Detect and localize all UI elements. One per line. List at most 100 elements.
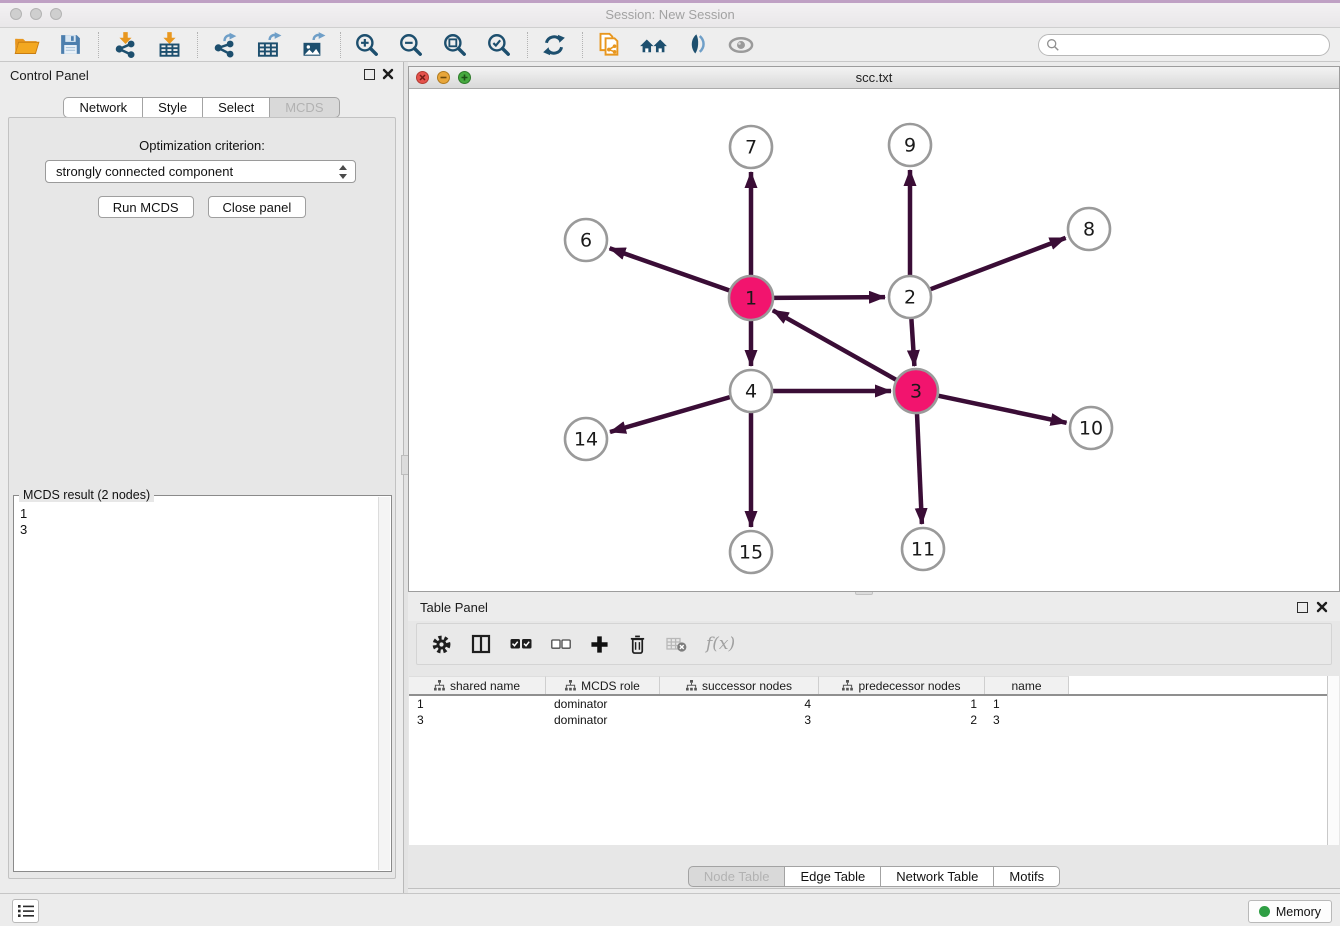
task-list-icon [18,904,34,918]
tab-node-table[interactable]: Node Table [688,866,786,887]
node-9[interactable]: 9 [889,124,931,166]
column-header-mcds-role[interactable]: MCDS role [546,676,660,694]
run-mcds-button[interactable]: Run MCDS [98,196,194,218]
table-cell[interactable]: 2 [819,712,985,728]
refresh-layout-icon [541,32,567,58]
table-row[interactable]: 3dominator323 [409,712,1339,728]
node-3[interactable]: 3 [894,369,938,413]
fit-content-button[interactable] [439,30,471,60]
edge-2-8[interactable] [931,238,1066,289]
table-cell[interactable]: 1 [985,696,1069,712]
table-row[interactable]: 1dominator411 [409,696,1339,712]
zoom-selected-button[interactable] [483,30,515,60]
tab-style[interactable]: Style [142,97,203,118]
node-label: 6 [580,230,592,252]
node-15[interactable]: 15 [730,531,772,573]
table-cell[interactable]: 3 [985,712,1069,728]
column-header-shared-name[interactable]: shared name [409,676,546,694]
tab-select[interactable]: Select [202,97,270,118]
node-label: 2 [904,287,916,309]
node-11[interactable]: 11 [902,528,944,570]
column-label: MCDS role [581,679,640,693]
edge-1-6[interactable] [610,248,731,290]
column-header-successor-nodes[interactable]: successor nodes [660,676,819,694]
export-table-icon [255,31,282,58]
table-cell[interactable]: 3 [409,712,546,728]
import-network-button[interactable] [109,30,141,60]
export-network-button[interactable] [208,30,240,60]
column-label: successor nodes [702,679,792,693]
zoom-out-button[interactable] [395,30,427,60]
titlebar: Session: New Session [0,0,1340,28]
edge-3-11[interactable] [917,413,922,524]
search-input[interactable] [1060,36,1329,54]
save-session-button[interactable] [54,30,86,60]
node-4[interactable]: 4 [730,370,772,412]
mcds-result-title: MCDS result (2 nodes) [19,488,154,502]
tab-mcds[interactable]: MCDS [269,97,339,118]
edge-4-14[interactable] [610,397,730,432]
table-options-button[interactable] [431,631,452,657]
column-header-predecessor-nodes[interactable]: predecessor nodes [819,676,985,694]
sort-column-icon [565,680,576,691]
edge-1-2[interactable] [773,297,885,298]
apply-preferred-layout-button[interactable] [538,30,570,60]
node-8[interactable]: 8 [1068,208,1110,250]
node-label: 11 [911,539,935,561]
export-table-button[interactable] [252,30,284,60]
edge-3-10[interactable] [938,396,1067,423]
edge-2-3[interactable] [911,319,914,366]
column-label: predecessor nodes [858,679,960,693]
zoom-in-button[interactable] [351,30,383,60]
tab-edge-table[interactable]: Edge Table [784,866,881,887]
node-6[interactable]: 6 [565,219,607,261]
main-toolbar [0,28,1340,62]
delete-columns-button[interactable] [628,631,647,657]
table-scrollbar[interactable] [1327,676,1339,845]
control-panel-title: Control Panel [10,68,89,83]
table-cell[interactable]: 1 [409,696,546,712]
vizmapper-button[interactable] [681,30,713,60]
mcds-result-line: 3 [20,522,377,538]
table-cell[interactable]: 3 [660,712,819,728]
clone-network-button[interactable] [593,30,625,60]
criterion-select[interactable]: strongly connected component [45,160,356,183]
table-cell[interactable]: 4 [660,696,819,712]
close-panel-button[interactable]: Close panel [208,196,307,218]
show-hide-panels-button[interactable] [725,30,757,60]
tab-network[interactable]: Network [63,97,143,118]
node-label: 10 [1079,418,1103,440]
column-label: shared name [450,679,520,693]
edge-3-1[interactable] [773,310,897,380]
import-table-button[interactable] [153,30,185,60]
select-all-columns-button[interactable] [510,631,532,657]
close-panel-icon[interactable] [382,68,394,80]
column-header-name[interactable]: name [985,676,1069,694]
add-column-button[interactable] [590,631,609,657]
network-canvas[interactable]: 1 2 3 4 6 7 8 9 10 11 14 15 [409,89,1339,591]
unselect-all-columns-button[interactable] [551,631,571,657]
table-cell[interactable]: 1 [819,696,985,712]
memory-button[interactable]: Memory [1248,900,1332,923]
titlebar-accent-strip [0,0,1340,3]
tab-motifs[interactable]: Motifs [993,866,1060,887]
node-2[interactable]: 2 [889,276,931,318]
node-10[interactable]: 10 [1070,407,1112,449]
memory-status-dot [1259,906,1270,917]
export-image-button[interactable] [296,30,328,60]
home-button[interactable] [637,30,669,60]
search-field[interactable] [1038,34,1330,56]
node-14[interactable]: 14 [565,418,607,460]
open-session-button[interactable] [10,30,42,60]
node-7[interactable]: 7 [730,126,772,168]
column-browser-button[interactable] [471,631,491,657]
table-cell[interactable]: dominator [546,712,660,728]
float-panel-icon[interactable] [364,69,375,80]
tab-network-table[interactable]: Network Table [880,866,994,887]
float-panel-icon[interactable] [1297,602,1308,613]
result-scrollbar[interactable] [378,497,390,870]
close-panel-icon[interactable] [1316,601,1328,613]
task-history-button[interactable] [12,899,39,923]
node-1[interactable]: 1 [729,276,773,320]
table-cell[interactable]: dominator [546,696,660,712]
